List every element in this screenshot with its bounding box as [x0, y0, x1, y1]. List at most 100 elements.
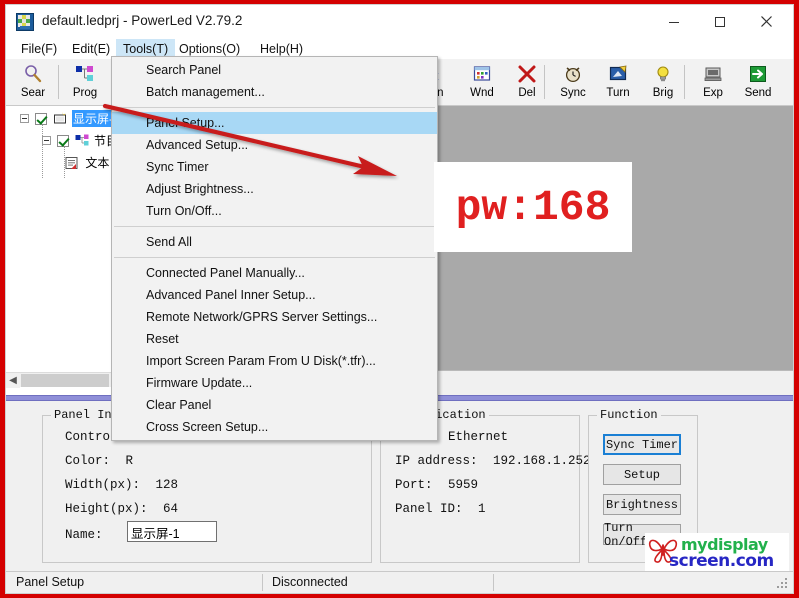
menu-file[interactable]: File(F): [14, 39, 64, 59]
send-arrow-icon: [735, 61, 781, 87]
application-window: default.ledprj - PowerLed V2.79.2 File(F…: [5, 4, 794, 594]
close-button[interactable]: [743, 5, 789, 38]
menu-separator: [114, 226, 435, 227]
resize-grip[interactable]: [777, 578, 789, 590]
row-value: Ethernet: [448, 430, 509, 444]
tree-node-label: 文本: [85, 156, 110, 170]
maximize-button[interactable]: [697, 5, 743, 38]
sync-timer-button[interactable]: Sync Timer: [603, 434, 681, 455]
toolbar-brightness[interactable]: Brig: [640, 61, 686, 104]
turn-screen-icon: [595, 61, 641, 87]
menu-item-reset[interactable]: Reset: [112, 328, 437, 350]
menu-item-sync-timer[interactable]: Sync Timer: [112, 156, 437, 178]
menu-item-panel-setup[interactable]: Panel Setup...: [112, 112, 437, 134]
row-label: Width(px):: [65, 478, 141, 492]
menu-item-adjust-brightness[interactable]: Adjust Brightness...: [112, 178, 437, 200]
menu-separator: [114, 257, 435, 258]
title-bar: default.ledprj - PowerLed V2.79.2: [6, 5, 793, 39]
tools-dropdown-menu[interactable]: Search Panel Batch management... Panel S…: [111, 56, 438, 441]
toolbar-label: Del: [518, 87, 536, 99]
window-title: default.ledprj - PowerLed V2.79.2: [42, 13, 243, 28]
tree-horizontal-scrollbar[interactable]: ◀: [6, 372, 116, 388]
project-tree[interactable]: 显示屏-1 节目1: [6, 106, 117, 395]
menu-item-clear-panel[interactable]: Clear Panel: [112, 394, 437, 416]
toolbar-separator: [684, 65, 685, 99]
toolbar-label: Wnd: [470, 87, 494, 99]
menu-item-advanced-setup[interactable]: Advanced Setup...: [112, 134, 437, 156]
toolbar-label: Sync: [560, 87, 586, 99]
row-label: Port:: [395, 478, 433, 492]
scrollbar-thumb[interactable]: [21, 374, 109, 387]
row-width: Width(px): 128: [65, 478, 178, 492]
toolbar-export[interactable]: Exp: [690, 61, 736, 104]
tree-checkbox[interactable]: [57, 134, 70, 147]
toolbar-turn[interactable]: Turn: [595, 61, 641, 104]
password-annotation-box: pw:168: [434, 162, 632, 252]
row-value: 5959: [448, 478, 479, 492]
status-left: Panel Setup: [16, 575, 85, 589]
watermark: mydisplay screen.com: [645, 533, 789, 571]
menu-item-search-panel[interactable]: Search Panel: [112, 59, 437, 81]
menu-item-connected-panel-manually[interactable]: Connected Panel Manually...: [112, 262, 437, 284]
toolbar-send[interactable]: Send: [735, 61, 781, 104]
menu-item-remote-network-gprs[interactable]: Remote Network/GPRS Server Settings...: [112, 306, 437, 328]
tree-expander-icon[interactable]: [20, 114, 29, 123]
row-ip: IP address: 192.168.1.252: [395, 454, 591, 468]
minimize-button[interactable]: [651, 5, 697, 38]
tree-node-program[interactable]: 节目1: [42, 132, 116, 149]
scroll-left-icon[interactable]: ◀: [6, 373, 20, 388]
clock-sync-icon: [550, 61, 596, 87]
row-port: Port: 5959: [395, 478, 478, 492]
row-label: Height(px):: [65, 502, 148, 516]
toolbar-search-panel[interactable]: Sear: [10, 61, 56, 104]
export-icon: [690, 61, 736, 87]
panel-name-input[interactable]: 显示屏-1: [127, 521, 217, 542]
tree-checkbox[interactable]: [35, 112, 48, 125]
row-height: Height(px): 64: [65, 502, 178, 516]
row-value: R: [125, 454, 134, 468]
status-separator: [262, 574, 263, 591]
app-icon: [16, 13, 34, 31]
bulb-brightness-icon: [640, 61, 686, 87]
toolbar-label: Prog: [72, 87, 98, 99]
menu-item-send-all[interactable]: Send All: [112, 231, 437, 253]
row-value: 192.168.1.252: [493, 454, 591, 468]
setup-button[interactable]: Setup: [603, 464, 681, 485]
tree-node-text[interactable]: 文本: [64, 154, 109, 171]
text-icon: [64, 156, 80, 169]
magnifier-icon: [10, 61, 56, 87]
status-separator: [493, 574, 494, 591]
row-value: 64: [163, 502, 179, 516]
toolbar-window[interactable]: Wnd: [459, 61, 505, 104]
close-icon: [760, 16, 772, 27]
toolbar-sync-timer[interactable]: Sync: [550, 61, 596, 104]
row-panel-id: Panel ID: 1: [395, 502, 486, 516]
tree-expander-icon[interactable]: [42, 136, 51, 145]
toolbar-label: Exp: [703, 87, 723, 99]
menu-item-batch-management[interactable]: Batch management...: [112, 81, 437, 103]
password-annotation-text: pw:168: [455, 182, 611, 232]
toolbar-label: Brig: [652, 87, 674, 99]
watermark-line2: screen.com: [669, 551, 774, 571]
menu-item-cross-screen-setup[interactable]: Cross Screen Setup...: [112, 416, 437, 438]
group-title: Function: [597, 408, 661, 422]
maximize-icon: [715, 16, 725, 27]
menu-edit[interactable]: Edit(E): [65, 39, 117, 59]
menu-separator: [114, 107, 435, 108]
menu-item-turn-on-off[interactable]: Turn On/Off...: [112, 200, 437, 222]
brightness-button[interactable]: Brightness: [603, 494, 681, 515]
toolbar-label: Turn: [606, 87, 630, 99]
toolbar-program[interactable]: Prog: [62, 61, 108, 104]
program-nodes-icon: [62, 61, 108, 87]
menu-item-firmware-update[interactable]: Firmware Update...: [112, 372, 437, 394]
tree-node-screen[interactable]: 显示屏-1: [20, 110, 116, 127]
menu-item-advanced-panel-inner-setup[interactable]: Advanced Panel Inner Setup...: [112, 284, 437, 306]
row-value: 128: [155, 478, 179, 492]
toolbar-separator: [544, 65, 545, 99]
status-connection: Disconnected: [272, 575, 348, 589]
minimize-icon: [669, 21, 679, 23]
row-color: Color: R: [65, 454, 133, 468]
menu-item-import-screen-param[interactable]: Import Screen Param From U Disk(*.tfr)..…: [112, 350, 437, 372]
screen-icon: [53, 112, 67, 125]
toolbar-label: Sear: [20, 87, 46, 99]
